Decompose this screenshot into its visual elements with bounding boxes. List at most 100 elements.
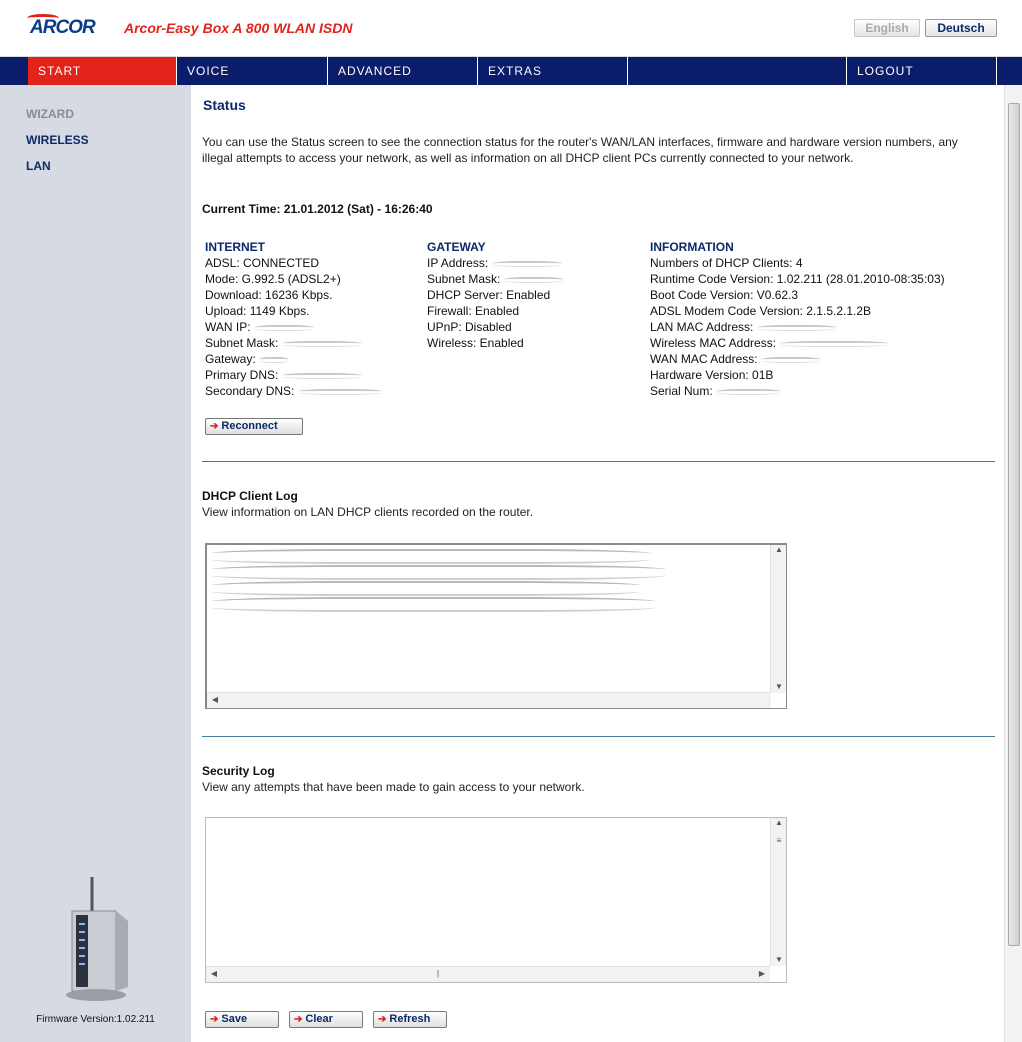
arrow-right-icon: ➔ xyxy=(294,1014,303,1025)
product-name: Arcor-Easy Box A 800 WLAN ISDN xyxy=(124,20,353,36)
scroll-left-icon[interactable]: ◀ xyxy=(206,969,222,978)
primary-dns-label: Primary DNS: xyxy=(205,368,279,382)
internet-heading: INTERNET xyxy=(205,240,265,254)
modem-version: ADSL Modem Code Version: 2.1.5.2.1.2B xyxy=(650,304,872,318)
dhcp-log-vscroll[interactable]: ▲ ▼ xyxy=(770,545,786,693)
nav-spacer xyxy=(628,57,847,85)
redacted-log-line xyxy=(211,549,651,564)
scroll-up-icon[interactable]: ▲ xyxy=(771,545,787,554)
dhcp-log-title: DHCP Client Log xyxy=(202,489,298,503)
dhcp-log-description: View information on LAN DHCP clients rec… xyxy=(202,505,534,519)
clear-button[interactable]: ➔ Clear xyxy=(289,1011,363,1028)
scroll-down-icon[interactable]: ▼ xyxy=(771,682,787,691)
gateway-heading: GATEWAY xyxy=(427,240,486,254)
firewall-status: Firewall: Enabled xyxy=(427,304,520,318)
router-image xyxy=(66,877,128,1001)
refresh-label: Refresh xyxy=(389,1013,431,1025)
nav-extras[interactable]: EXTRAS xyxy=(478,57,628,85)
main-nav: START VOICE ADVANCED EXTRAS LOGOUT xyxy=(0,57,1022,85)
english-button[interactable]: English xyxy=(854,19,920,37)
wan-ip-label: WAN IP: xyxy=(205,320,251,334)
arrow-right-icon: ➔ xyxy=(210,1014,219,1025)
header: ARCOR Arcor-Easy Box A 800 WLAN ISDN Eng… xyxy=(0,0,1022,57)
hardware-version: Hardware Version: 01B xyxy=(650,368,774,382)
security-log-box[interactable]: ▲ ≡ ▼ ◀ | ▶ xyxy=(205,817,787,983)
runtime-version: Runtime Code Version: 1.02.211 (28.01.20… xyxy=(650,272,945,286)
sidebar-item-wizard[interactable]: WIZARD xyxy=(26,107,74,121)
subnet-label: Subnet Mask: xyxy=(205,336,279,350)
dhcp-server-status: DHCP Server: Enabled xyxy=(427,288,551,302)
dhcp-log-hscroll[interactable]: ◀ xyxy=(207,692,771,708)
scroll-right-icon[interactable]: ▶ xyxy=(754,969,770,978)
internet-column: INTERNET ADSL: CONNECTED Mode: G.992.5 (… xyxy=(205,239,415,399)
arcor-logo: ARCOR xyxy=(27,14,96,39)
gw-subnet-label: Subnet Mask: xyxy=(427,272,501,286)
redacted-log-line xyxy=(211,565,666,580)
nav-voice[interactable]: VOICE xyxy=(177,57,328,85)
main-content: Status You can use the Status screen to … xyxy=(191,85,1004,1042)
redacted-log-line xyxy=(211,581,641,596)
page-scroll-thumb[interactable] xyxy=(1008,103,1020,946)
deutsch-button[interactable]: Deutsch xyxy=(925,19,997,37)
scroll-left-icon[interactable]: ◀ xyxy=(207,695,223,704)
redacted-value xyxy=(491,260,562,267)
serial-label: Serial Num: xyxy=(650,384,713,398)
dhcp-log-entries xyxy=(211,549,666,613)
nav-logout[interactable]: LOGOUT xyxy=(847,57,997,85)
ip-address-label: IP Address: xyxy=(427,256,489,270)
download-rate: Download: 16236 Kbps. xyxy=(205,288,333,302)
security-log-vscroll[interactable]: ▲ ≡ ▼ xyxy=(770,818,786,966)
upload-rate: Upload: 1149 Kbps. xyxy=(205,304,310,318)
save-button[interactable]: ➔ Save xyxy=(205,1011,279,1028)
redacted-value xyxy=(281,340,362,347)
scroll-thumb-icon[interactable]: ≡ xyxy=(771,836,787,845)
nav-advanced[interactable]: ADVANCED xyxy=(328,57,478,85)
redacted-value xyxy=(281,372,362,379)
redacted-value xyxy=(259,356,290,363)
dhcp-clients-count: Numbers of DHCP Clients: 4 xyxy=(650,256,803,270)
reconnect-button[interactable]: ➔ Reconnect xyxy=(205,418,303,435)
adsl-status: ADSL: CONNECTED xyxy=(205,256,320,270)
wireless-mac-label: Wireless MAC Address: xyxy=(650,336,777,350)
dhcp-log-box[interactable]: ▲ ▼ ◀ xyxy=(205,543,787,709)
redacted-value xyxy=(760,356,821,363)
upnp-status: UPnP: Disabled xyxy=(427,320,512,334)
page-scrollbar[interactable] xyxy=(1004,85,1022,1042)
security-log-hscroll[interactable]: ◀ | ▶ xyxy=(206,966,770,982)
arrow-right-icon: ➔ xyxy=(378,1014,387,1025)
scroll-up-icon[interactable]: ▲ xyxy=(771,818,787,827)
sidebar-item-lan[interactable]: LAN xyxy=(26,159,51,173)
redacted-value xyxy=(716,388,782,395)
gateway-column: GATEWAY IP Address: Subnet Mask: DHCP Se… xyxy=(427,239,637,351)
redacted-value xyxy=(297,388,383,395)
gateway-label: Gateway: xyxy=(205,352,256,366)
security-log-description: View any attempts that have been made to… xyxy=(202,780,585,794)
redacted-value xyxy=(756,324,837,331)
scroll-down-icon[interactable]: ▼ xyxy=(771,955,787,964)
sidebar-item-wireless[interactable]: WIRELESS xyxy=(26,133,89,147)
page-title: Status xyxy=(203,97,246,113)
security-log-title: Security Log xyxy=(202,764,275,778)
refresh-button[interactable]: ➔ Refresh xyxy=(373,1011,447,1028)
wireless-status: Wireless: Enabled xyxy=(427,336,524,350)
redacted-log-line xyxy=(211,597,656,612)
adsl-mode: Mode: G.992.5 (ADSL2+) xyxy=(205,272,341,286)
scroll-thumb-icon[interactable]: | xyxy=(430,969,446,978)
boot-version: Boot Code Version: V0.62.3 xyxy=(650,288,799,302)
information-heading: INFORMATION xyxy=(650,240,734,254)
nav-start[interactable]: START xyxy=(28,57,177,85)
current-time: Current Time: 21.01.2012 (Sat) - 16:26:4… xyxy=(202,202,433,216)
redacted-value xyxy=(253,324,314,331)
divider xyxy=(202,736,995,737)
wan-mac-label: WAN MAC Address: xyxy=(650,352,758,366)
secondary-dns-label: Secondary DNS: xyxy=(205,384,295,398)
firmware-version: Firmware Version:1.02.211 xyxy=(36,1014,155,1025)
information-column: INFORMATION Numbers of DHCP Clients: 4 R… xyxy=(650,239,1000,399)
clear-label: Clear xyxy=(305,1013,333,1025)
reconnect-label: Reconnect xyxy=(221,420,278,432)
redacted-value xyxy=(503,276,564,283)
divider xyxy=(202,461,995,462)
save-label: Save xyxy=(221,1013,248,1025)
intro-text: You can use the Status screen to see the… xyxy=(202,135,958,165)
redacted-value xyxy=(779,340,890,347)
